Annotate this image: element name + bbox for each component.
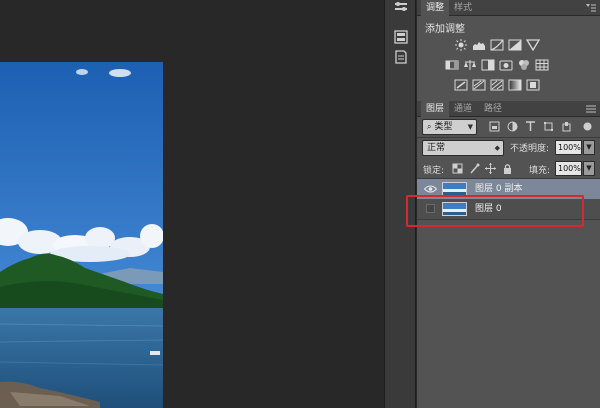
filter-kind-label: 类型	[434, 122, 453, 132]
color-balance-icon[interactable]	[463, 59, 477, 71]
eye-icon[interactable]	[423, 184, 438, 194]
lock-label: 锁定:	[423, 166, 445, 176]
layer-thumbnail	[442, 182, 467, 196]
chevron-down-icon: ▼	[467, 123, 473, 131]
black-white-icon[interactable]	[481, 59, 495, 71]
search-icon: ⌕	[427, 122, 432, 131]
layer-filter-dropdown[interactable]: ⌕ 类型 ▼	[422, 119, 477, 135]
vibrance-icon[interactable]	[526, 39, 540, 51]
blend-mode-dropdown[interactable]: 正常 ◆	[422, 140, 504, 156]
lock-pixels-icon[interactable]	[469, 163, 480, 174]
layers-menu-icon[interactable]	[586, 105, 596, 113]
filter-toggle-icon[interactable]	[582, 121, 593, 132]
canvas-workspace[interactable]	[0, 0, 384, 408]
tab-channels[interactable]: 通道	[449, 101, 477, 117]
lock-position-icon[interactable]	[485, 163, 496, 174]
photo-filter-icon[interactable]	[499, 59, 513, 71]
panel-menu-icon[interactable]	[586, 4, 596, 12]
exposure-icon[interactable]	[508, 39, 522, 51]
adjustments-tabbar: 调整 样式	[417, 0, 600, 16]
document-image[interactable]	[0, 62, 163, 408]
color-lookup-icon[interactable]	[535, 59, 549, 71]
curves-icon[interactable]	[490, 39, 504, 51]
tab-layers[interactable]: 图层	[421, 101, 450, 117]
layer-name: 图层 0 副本	[475, 184, 523, 194]
history-icon[interactable]	[393, 30, 409, 44]
fill-dropdown-button[interactable]: ▼	[583, 161, 595, 176]
tab-styles[interactable]: 样式	[449, 0, 477, 16]
opacity-label: 不透明度:	[510, 144, 550, 154]
levels-icon[interactable]	[472, 39, 486, 51]
fill-input[interactable]: 100%	[555, 161, 582, 176]
threshold-icon[interactable]	[490, 79, 504, 91]
filter-smart-object-icon[interactable]	[561, 121, 572, 132]
filter-type-icon[interactable]	[525, 121, 536, 132]
lock-transparent-icon[interactable]	[452, 163, 463, 174]
adjustments-title: 添加调整	[425, 24, 465, 35]
channel-mixer-icon[interactable]	[517, 59, 531, 71]
tab-paths[interactable]: 路径	[479, 101, 507, 117]
filter-shape-icon[interactable]	[543, 121, 554, 132]
posterize-icon[interactable]	[472, 79, 486, 91]
properties-icon[interactable]	[393, 0, 409, 14]
fill-label: 填充:	[529, 166, 551, 176]
annotation-highlight-box	[406, 195, 584, 227]
gradient-map-icon[interactable]	[508, 79, 522, 91]
blend-mode-label: 正常	[427, 143, 446, 153]
opacity-input[interactable]: 100%	[555, 140, 582, 155]
tab-adjustments[interactable]: 调整	[421, 0, 450, 16]
info-icon[interactable]	[393, 50, 409, 64]
opacity-dropdown-button[interactable]: ▼	[583, 140, 595, 155]
invert-icon[interactable]	[454, 79, 468, 91]
chevron-updown-icon: ◆	[494, 144, 500, 152]
brightness-icon[interactable]	[454, 39, 468, 51]
lock-all-icon[interactable]	[502, 163, 513, 174]
hue-saturation-icon[interactable]	[445, 59, 459, 71]
filter-pixel-icon[interactable]	[489, 121, 500, 132]
filter-adjustment-icon[interactable]	[507, 121, 518, 132]
selective-color-icon[interactable]	[526, 79, 540, 91]
layers-tabbar: 图层 通道 路径	[417, 101, 600, 117]
